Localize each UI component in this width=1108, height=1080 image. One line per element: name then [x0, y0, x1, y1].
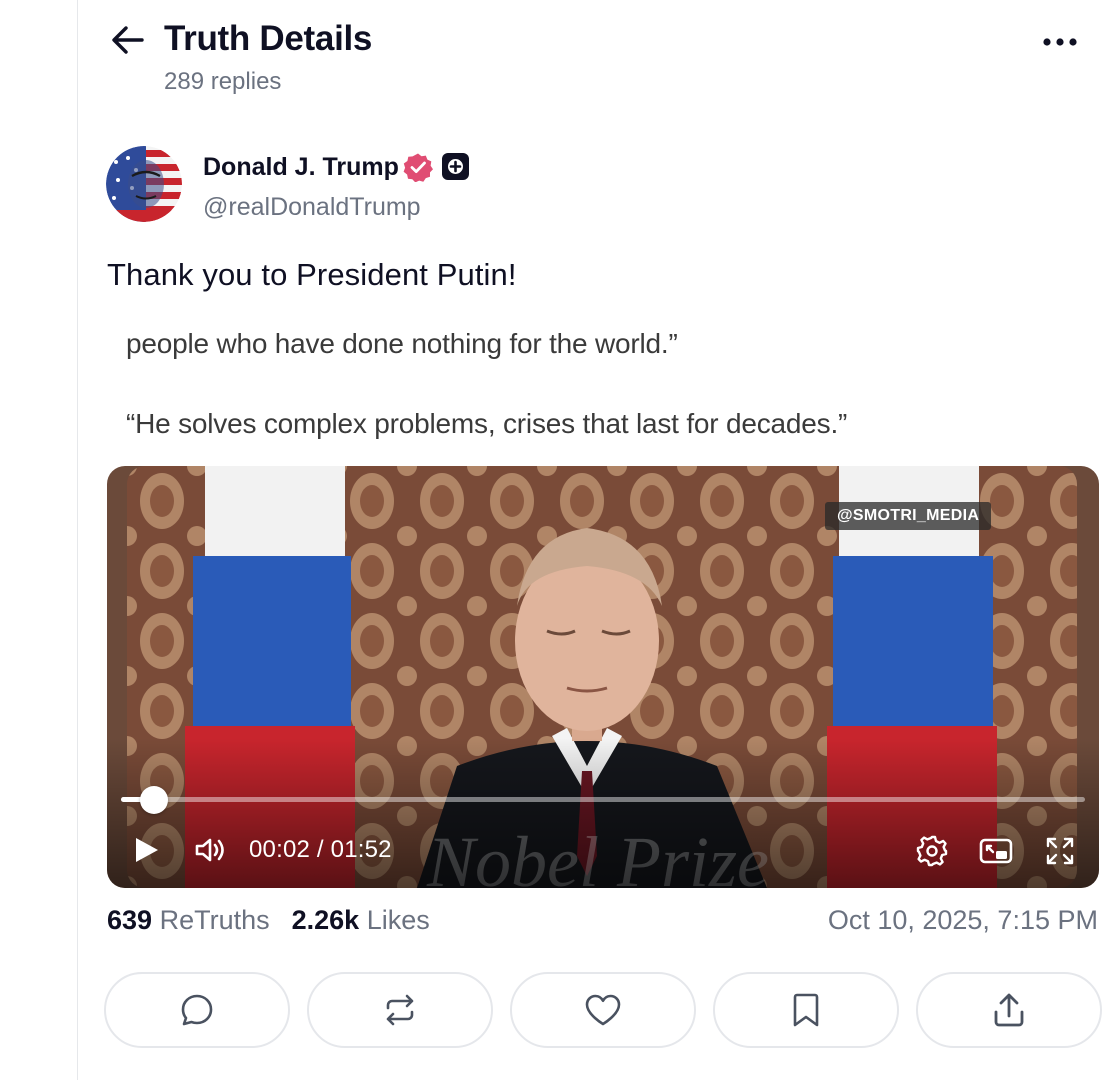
image-text-line-2: “He solves complex problems, crises that…	[126, 408, 848, 439]
author-name[interactable]: Donald J. Trump	[203, 153, 399, 182]
like-button[interactable]	[510, 972, 696, 1048]
bookmark-button[interactable]	[713, 972, 899, 1048]
post-text: Thank you to President Putin!	[107, 257, 517, 292]
picture-in-picture-icon	[979, 838, 1013, 864]
reply-icon	[181, 994, 213, 1026]
play-button[interactable]	[129, 832, 165, 868]
heart-icon	[585, 994, 621, 1026]
page-title: Truth Details	[164, 19, 373, 58]
image-text-line-1: people who have done nothing for the wor…	[126, 328, 678, 359]
video-watermark: @SMOTRI_MEDIA	[825, 502, 992, 530]
fullscreen-icon	[1046, 837, 1074, 865]
retruths-count: 639	[107, 905, 153, 935]
settings-button[interactable]	[913, 832, 951, 870]
back-button[interactable]	[108, 20, 148, 60]
avatar[interactable]	[106, 146, 182, 222]
video-time-display: 00:02 / 01:52	[249, 836, 392, 863]
volume-button[interactable]	[191, 832, 231, 868]
settings-icon	[916, 835, 948, 867]
likes-stat[interactable]: 2.26k Likes	[292, 905, 430, 936]
likes-count: 2.26k	[291, 905, 360, 935]
video-progress-handle[interactable]	[140, 786, 168, 814]
more-options-button[interactable]	[1038, 24, 1082, 60]
retruth-button[interactable]	[307, 972, 493, 1048]
reply-count: 289 replies	[164, 68, 282, 95]
reply-button[interactable]	[104, 972, 290, 1048]
retruth-icon	[386, 994, 414, 1026]
share-icon	[994, 993, 1024, 1027]
volume-icon	[195, 838, 224, 862]
arrow-left-icon	[112, 26, 144, 54]
play-icon	[136, 838, 158, 862]
verified-badge-icon	[403, 153, 433, 182]
more-horizontal-icon	[1043, 38, 1077, 46]
video-player[interactable]: Nobel Prize @SMOTRI_MEDIA 00:02 / 01:52	[107, 466, 1099, 888]
post-stats: 639 ReTruths 2.26k Likes	[107, 905, 430, 936]
post-actions	[104, 972, 1104, 1048]
fullscreen-button[interactable]	[1041, 832, 1079, 870]
retruths-stat[interactable]: 639 ReTruths	[107, 905, 270, 936]
post-timestamp: Oct 10, 2025, 7:15 PM	[827, 905, 1098, 935]
avatar-image	[106, 146, 182, 222]
retruths-label: ReTruths	[159, 905, 270, 935]
left-nav-rail	[0, 0, 78, 1080]
author-handle[interactable]: @realDonaldTrump	[203, 193, 421, 222]
page-header: Truth Details 289 replies	[78, 0, 1108, 110]
share-button[interactable]	[916, 972, 1102, 1048]
picture-in-picture-button[interactable]	[977, 832, 1015, 870]
plus-badge-icon	[442, 153, 469, 180]
video-progress-track[interactable]	[121, 797, 1085, 802]
bookmark-icon	[793, 993, 819, 1027]
likes-label: Likes	[366, 905, 430, 935]
author-block: Donald J. Trump @realDonaldTrump	[106, 146, 1006, 226]
